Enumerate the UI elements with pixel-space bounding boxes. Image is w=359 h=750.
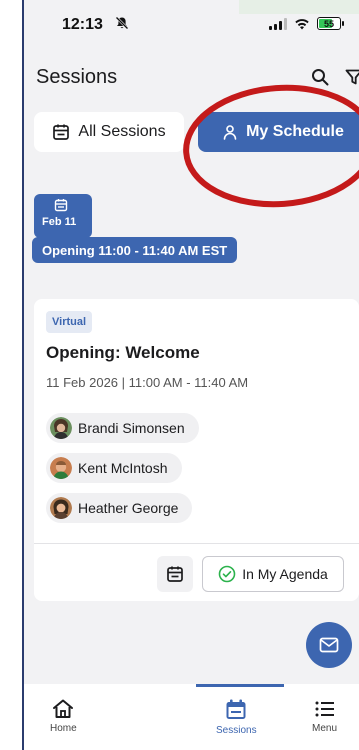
session-datetime: 11 Feb 2026 | 11:00 AM - 11:40 AM [46,375,249,390]
calendar-icon [167,566,183,582]
battery-level: 55 [323,18,334,29]
speaker-chip[interactable]: Kent McIntosh [46,453,182,483]
speaker-name: Kent McIntosh [78,460,168,476]
home-icon [53,699,74,718]
background-tab-strip [239,0,359,14]
app-screen: 12:13 55 Sessions All Sessions My Schedu… [24,0,359,750]
speaker-chip[interactable]: Heather George [46,493,193,523]
tab-all-sessions-label: All Sessions [78,123,166,140]
nav-home-label: Home [50,723,77,734]
cellular-signal-icon [269,17,287,30]
nav-menu-label: Menu [312,723,338,734]
date-chip-feb-11[interactable]: Feb 11 [34,194,92,238]
in-my-agenda-button[interactable]: In My Agenda [202,556,344,592]
tab-all-sessions[interactable]: All Sessions [34,112,184,152]
time-slot-chip[interactable]: Opening 11:00 - 11:40 AM EST [32,237,238,263]
add-to-calendar-button[interactable] [157,556,193,592]
wifi-icon [295,18,309,29]
message-fab[interactable] [306,622,352,668]
speaker-name: Brandi Simonsen [78,420,185,436]
avatar [50,417,72,439]
calendar-icon [53,124,70,140]
search-icon[interactable] [311,68,329,86]
frame-border [22,0,24,750]
status-time: 12:13 [62,16,103,33]
silent-bell-icon [115,16,129,33]
card-divider [34,543,359,544]
avatar [50,497,72,519]
battery-icon: 55 [317,17,344,30]
filter-icon[interactable] [345,68,359,86]
page-title: Sessions [36,66,118,88]
session-card[interactable]: Virtual Opening: Welcome 11 Feb 2026 | 1… [34,299,359,601]
date-chip-label: Feb 11 [42,216,77,228]
nav-item-menu[interactable]: Menu [312,698,337,734]
avatar [50,457,72,479]
speaker-name: Heather George [78,500,179,516]
in-my-agenda-label: In My Agenda [242,566,328,582]
time-slot-label: Opening 11:00 - 11:40 AM EST [42,242,228,258]
menu-icon [315,701,334,717]
speaker-chip[interactable]: Brandi Simonsen [46,413,199,443]
calendar-icon [226,699,246,719]
session-title[interactable]: Opening: Welcome [46,343,200,363]
check-circle-icon [218,565,236,583]
status-icons: 55 [269,17,344,30]
nav-item-sessions[interactable]: Sessions [216,698,257,736]
tab-my-schedule[interactable]: My Schedule [198,112,359,152]
nav-sessions-label: Sessions [216,725,257,736]
bottom-nav: Home Sessions Menu [24,684,359,750]
calendar-icon [54,199,68,212]
session-type-badge: Virtual [46,311,93,333]
session-type-label: Virtual [52,316,87,328]
tab-my-schedule-label: My Schedule [246,123,344,140]
nav-item-home[interactable]: Home [50,698,77,734]
active-tab-indicator [196,684,284,687]
screenshot-frame: 12:13 55 Sessions All Sessions My Schedu… [0,0,359,750]
person-icon [223,125,237,140]
mail-icon [319,637,339,653]
page-header: Sessions [24,48,359,102]
outer-margin [0,0,22,750]
